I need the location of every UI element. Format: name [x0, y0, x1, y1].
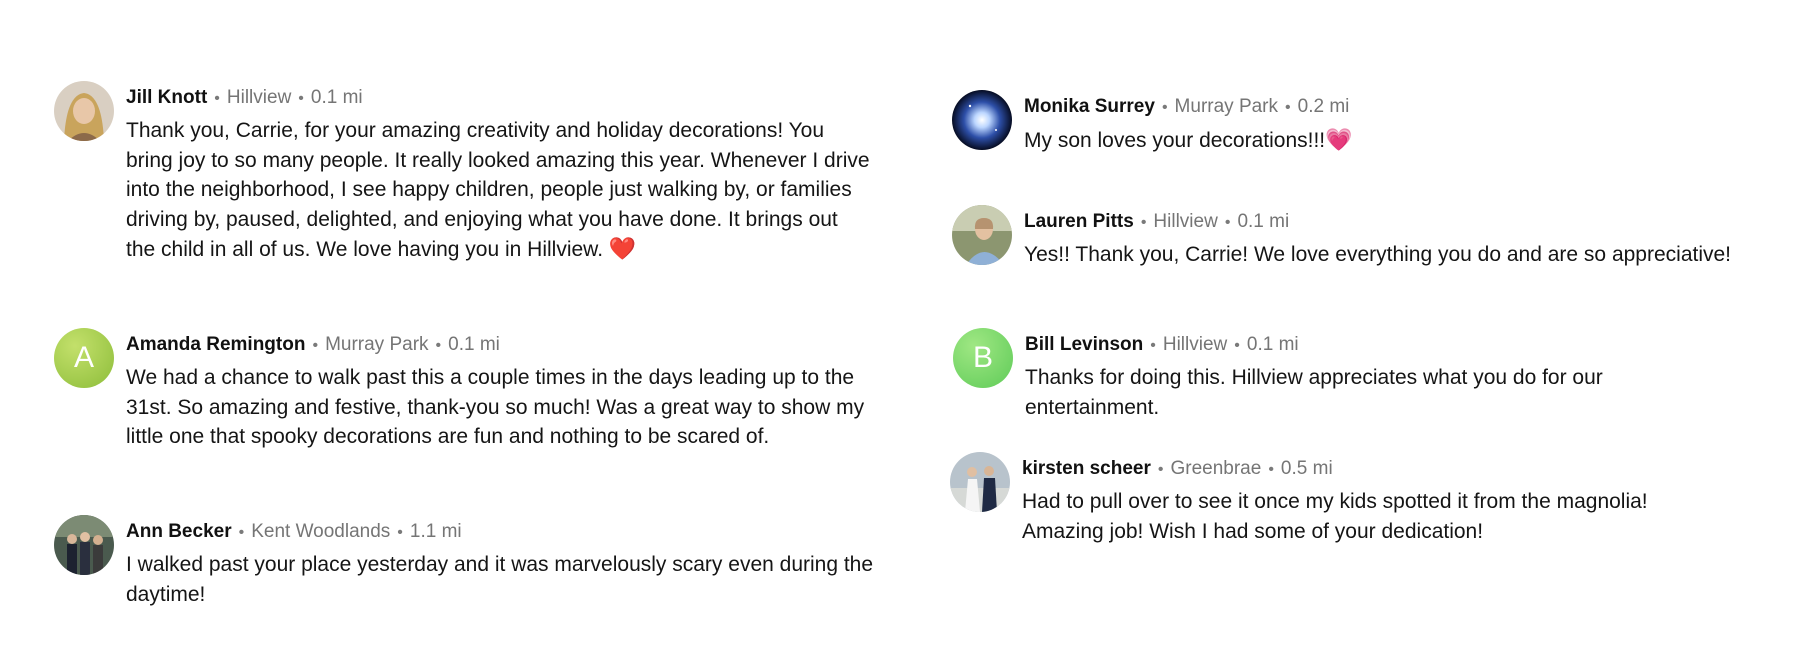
- pink-heart-emoji-icon: 💗: [1325, 127, 1353, 152]
- separator-dot: •: [1268, 461, 1274, 478]
- separator-dot: •: [1150, 337, 1156, 354]
- comment-text: We had a chance to walk past this a coup…: [126, 366, 865, 448]
- letter-avatar[interactable]: A: [54, 328, 114, 388]
- author-name[interactable]: Jill Knott: [126, 87, 207, 108]
- letter-avatar[interactable]: B: [953, 328, 1013, 388]
- distance: 0.1 mi: [448, 334, 500, 355]
- separator-dot: •: [397, 524, 403, 541]
- distance: 1.1 mi: [409, 521, 462, 542]
- heart-emoji-icon: ❤️: [608, 236, 637, 261]
- comment-text: Had to pull over to see it once my kids …: [1022, 490, 1648, 543]
- author-name[interactable]: Bill Levinson: [1025, 334, 1143, 355]
- author-name[interactable]: Ann Becker: [126, 521, 232, 542]
- user-photo-avatar[interactable]: [54, 81, 114, 141]
- separator-dot: •: [435, 337, 442, 354]
- comment-text: Thanks for doing this. Hillview apprecia…: [1025, 366, 1603, 419]
- comment-meta: Bill Levinson • Hillview • 0.1 mi: [1025, 333, 1299, 358]
- separator-dot: •: [1285, 99, 1291, 116]
- neighborhood[interactable]: Hillview: [1163, 334, 1227, 355]
- comment-text-block: My son loves your decorations!!!💗: [1024, 125, 1784, 156]
- separator-dot: •: [1224, 214, 1231, 231]
- separator-dot: •: [238, 524, 245, 541]
- separator-dot: •: [1140, 214, 1147, 231]
- separator-dot: •: [214, 90, 220, 107]
- comment-text: Yes!! Thank you, Carrie! We love everyth…: [1024, 243, 1732, 266]
- separator-dot: •: [1157, 461, 1164, 478]
- distance: 0.1 mi: [310, 87, 363, 108]
- neighborhood[interactable]: Hillview: [1153, 211, 1217, 232]
- neighborhood[interactable]: Hillview: [227, 87, 291, 108]
- neighborhood[interactable]: Kent Woodlands: [251, 521, 390, 542]
- separator-dot: •: [312, 337, 319, 354]
- comment-text: I walked past your place yesterday and i…: [126, 553, 874, 606]
- distance: 0.2 mi: [1297, 96, 1350, 117]
- comment-text: Thank you, Carrie, for your amazing crea…: [126, 119, 870, 261]
- comment-meta: Jill Knott • Hillview • 0.1 mi: [126, 86, 363, 111]
- comment-meta: Amanda Remington • Murray Park • 0.1 mi: [126, 333, 500, 358]
- separator-dot: •: [1234, 337, 1240, 354]
- comment-text-block: Thank you, Carrie, for your amazing crea…: [126, 116, 871, 265]
- distance: 0.1 mi: [1246, 334, 1299, 355]
- author-name[interactable]: Amanda Remington: [126, 334, 305, 355]
- comment-meta: Lauren Pitts • Hillview • 0.1 mi: [1024, 210, 1289, 235]
- comment-text: My son loves your decorations!!!: [1024, 129, 1326, 152]
- distance: 0.1 mi: [1237, 211, 1290, 232]
- couple-photo-avatar[interactable]: [950, 452, 1010, 512]
- neighborhood[interactable]: Murray Park: [1175, 96, 1278, 117]
- user-photo-avatar[interactable]: [952, 205, 1012, 265]
- distance: 0.5 mi: [1280, 458, 1333, 479]
- author-name[interactable]: Monika Surrey: [1024, 96, 1155, 117]
- author-name[interactable]: kirsten scheer: [1022, 458, 1151, 479]
- separator-dot: •: [1161, 99, 1168, 116]
- author-name[interactable]: Lauren Pitts: [1024, 211, 1134, 232]
- avatar-letter: B: [972, 341, 993, 374]
- avatar-letter: A: [73, 341, 94, 374]
- separator-dot: •: [298, 90, 304, 107]
- comment-meta: kirsten scheer • Greenbrae • 0.5 mi: [1022, 457, 1333, 482]
- neighborhood[interactable]: Greenbrae: [1170, 458, 1261, 479]
- comment-meta: Ann Becker • Kent Woodlands • 1.1 mi: [126, 520, 462, 545]
- neighborhood[interactable]: Murray Park: [325, 334, 428, 355]
- comment-meta: Monika Surrey • Murray Park • 0.2 mi: [1024, 95, 1349, 120]
- galaxy-photo-avatar[interactable]: [952, 90, 1012, 150]
- group-photo-avatar[interactable]: [54, 515, 114, 575]
